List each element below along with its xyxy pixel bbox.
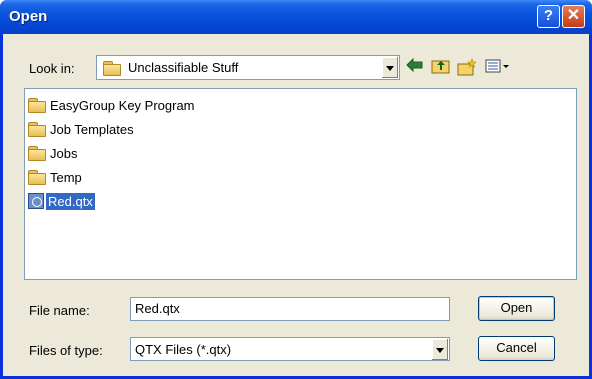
list-item[interactable]: Jobs	[28, 143, 79, 163]
dialog-title: Open	[9, 8, 48, 25]
help-button[interactable]: ?	[537, 5, 560, 28]
new-folder-icon[interactable]	[457, 58, 477, 78]
file-type-label: Files of type:	[29, 343, 103, 358]
list-item[interactable]: EasyGroup Key Program	[28, 95, 197, 115]
file-name-label: EasyGroup Key Program	[50, 97, 195, 113]
cancel-button[interactable]: Cancel	[478, 336, 555, 361]
close-button[interactable]: ✕	[562, 5, 585, 28]
view-menu-icon[interactable]	[484, 58, 512, 78]
qtx-file-icon	[28, 193, 44, 209]
file-type-value: QTX Files (*.qtx)	[135, 342, 232, 357]
look-in-dropdown[interactable]: Unclassifiable Stuff	[96, 55, 400, 80]
folder-icon	[103, 61, 121, 76]
file-name-input[interactable]: Red.qtx	[130, 297, 450, 321]
list-item[interactable]: Job Templates	[28, 119, 136, 139]
folder-icon	[28, 98, 46, 113]
file-name-label: Jobs	[50, 145, 78, 161]
folder-icon	[28, 122, 46, 137]
list-item-selected[interactable]: Red.qtx	[28, 191, 95, 211]
file-name-label: File name:	[29, 303, 90, 318]
open-button[interactable]: Open	[478, 296, 555, 321]
file-type-dropdown[interactable]: QTX Files (*.qtx)	[130, 337, 450, 361]
look-in-label: Look in:	[29, 61, 75, 76]
file-name-label: Red.qtx	[46, 192, 95, 210]
chevron-down-icon[interactable]	[431, 339, 448, 360]
title-bar[interactable]: Open ? ✕	[0, 0, 592, 34]
list-item[interactable]: Temp	[28, 167, 84, 187]
open-dialog: Open ? ✕ Look in: Unclassifiable Stuff E…	[0, 0, 592, 379]
file-name-label: Temp	[50, 169, 82, 185]
look-in-value: Unclassifiable Stuff	[128, 60, 239, 75]
back-arrow-icon[interactable]	[405, 57, 425, 78]
file-name-label: Job Templates	[50, 121, 134, 137]
file-list[interactable]: EasyGroup Key Program Job Templates Jobs…	[24, 88, 577, 280]
up-folder-icon[interactable]	[431, 58, 451, 78]
folder-icon	[28, 170, 46, 185]
folder-icon	[28, 146, 46, 161]
chevron-down-icon[interactable]	[381, 57, 398, 78]
